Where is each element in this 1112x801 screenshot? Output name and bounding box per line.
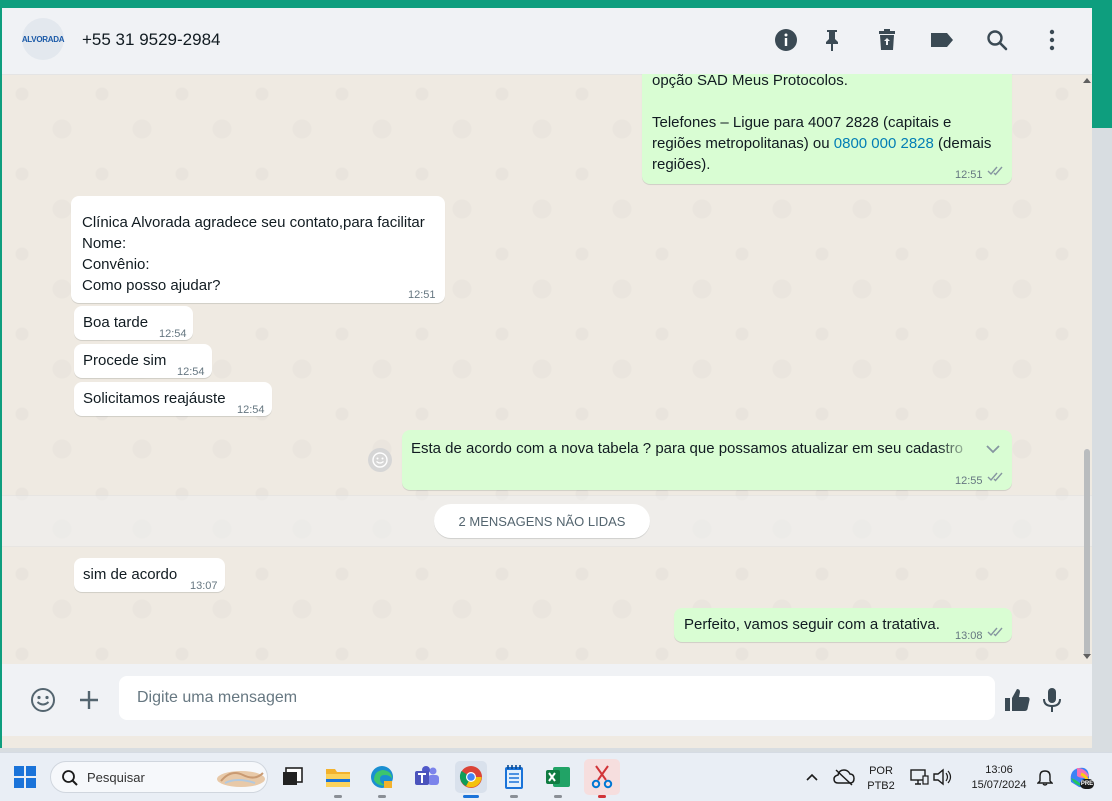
emoji-icon[interactable] (29, 686, 57, 714)
pin-icon[interactable] (818, 26, 846, 54)
search-label: Pesquisar (87, 770, 145, 785)
double-check-icon (987, 166, 1003, 176)
preview-badge: PRE (1080, 779, 1094, 789)
background-edge (1092, 8, 1112, 128)
running-indicator (510, 795, 518, 798)
chevron-down-icon[interactable] (985, 444, 1001, 454)
message-incoming[interactable]: Boa tarde 12:54 (74, 306, 193, 340)
edge-browser-icon[interactable] (368, 763, 396, 791)
snipping-tool-icon[interactable] (584, 759, 620, 795)
unread-count-badge: 2 MENSAGENS NÃO LIDAS (434, 504, 650, 538)
message-time: 12:51 (955, 169, 983, 181)
message-text: Boa tarde (83, 314, 149, 331)
message-outgoing[interactable]: opção SAD Meus Protocolos. Telefones – L… (642, 74, 1012, 184)
double-check-icon (987, 472, 1003, 482)
language-indicator[interactable]: POR PTB2 (862, 764, 900, 794)
message-text: Clínica Alvorada agradece seu contato,pa… (82, 214, 425, 231)
message-text: regiões). (652, 156, 711, 173)
chat-header: ALVORADA +55 31 9529-2984 (2, 8, 1092, 75)
message-text: sim de acordo (83, 566, 178, 583)
contact-name[interactable]: +55 31 9529-2984 (82, 30, 221, 50)
message-incoming[interactable]: Procede sim 12:54 (74, 344, 212, 378)
thumbs-up-icon[interactable] (1003, 686, 1031, 714)
scroll-down-arrow[interactable] (1083, 654, 1091, 659)
scroll-up-arrow[interactable] (1083, 78, 1091, 83)
info-icon[interactable] (772, 26, 800, 54)
message-outgoing[interactable]: Esta de acordo com a nova tabela ? para … (402, 430, 1012, 490)
message-outgoing[interactable]: Perfeito, vamos seguir com a tratativa. … (674, 608, 1012, 642)
phone-link[interactable]: 0800 000 2828 (834, 135, 934, 152)
menu-icon[interactable] (1038, 26, 1066, 54)
message-incoming[interactable]: sim de acordo 13:07 (74, 558, 225, 592)
running-indicator (334, 795, 342, 798)
label-icon[interactable] (928, 26, 956, 54)
message-list[interactable]: opção SAD Meus Protocolos. Telefones – L… (2, 74, 1092, 664)
microphone-icon[interactable] (1038, 686, 1066, 714)
task-view-icon[interactable] (279, 763, 307, 791)
taskbar-search[interactable]: Pesquisar (50, 761, 268, 793)
whatsapp-window: ALVORADA +55 31 9529-2984 opção SAD Meus… (2, 8, 1092, 748)
teams-icon[interactable] (413, 763, 441, 791)
message-time: 13:08 (955, 630, 983, 642)
volume-icon[interactable] (928, 763, 956, 791)
running-indicator (554, 795, 562, 798)
avatar[interactable]: ALVORADA (22, 18, 64, 60)
running-indicator (378, 795, 386, 798)
message-text: Convênio: (82, 256, 150, 273)
message-time: 12:54 (237, 404, 265, 416)
excel-icon[interactable] (544, 763, 572, 791)
emoji-reaction-icon[interactable] (368, 448, 392, 472)
copilot-icon[interactable]: PRE (1066, 763, 1094, 791)
unread-divider: 2 MENSAGENS NÃO LIDAS (2, 495, 1092, 547)
chrome-icon[interactable] (455, 761, 487, 793)
message-time: 13:07 (190, 580, 218, 592)
notepad-icon[interactable] (500, 763, 528, 791)
scrollbar-thumb[interactable] (1084, 449, 1090, 657)
notification-bell-icon[interactable] (1031, 763, 1059, 791)
search-icon[interactable] (983, 26, 1011, 54)
delete-icon[interactable] (873, 26, 901, 54)
message-text: Como posso ajudar? (82, 277, 221, 294)
message-text: Nome: (82, 235, 127, 252)
onedrive-offline-icon[interactable] (830, 763, 858, 791)
message-composer (2, 664, 1092, 736)
message-time: 12:54 (159, 328, 187, 340)
running-indicator (598, 795, 606, 798)
clock[interactable]: 13:06 15/07/2024 (962, 763, 1036, 793)
keyboard-layout: PTB2 (867, 780, 895, 792)
clock-time: 13:06 (985, 764, 1013, 776)
message-text: opção SAD Meus Protocolos. (652, 74, 848, 89)
windows-start-icon[interactable] (11, 763, 39, 791)
active-indicator (463, 795, 479, 798)
message-time: 12:55 (955, 475, 983, 487)
clock-date: 15/07/2024 (971, 779, 1027, 791)
message-incoming[interactable]: Solicitamos reajáuste 12:54 (74, 382, 272, 416)
show-hidden-icons-chevron-icon[interactable] (798, 763, 826, 791)
window-top-bar (0, 0, 1112, 8)
message-time: 12:51 (408, 289, 436, 301)
windows-taskbar: Pesquisar POR PTB2 13:06 15/07/2024 PRE (0, 752, 1112, 801)
message-incoming[interactable]: Clínica Alvorada agradece seu contato,pa… (71, 196, 445, 303)
message-text: Esta de acordo com a nova tabela ? para … (411, 440, 963, 457)
attach-plus-icon[interactable] (75, 686, 103, 714)
message-text: Telefones – Ligue para 4007 2828 (capita… (652, 114, 952, 131)
message-text: Perfeito, vamos seguir com a tratativa. (684, 616, 940, 633)
language-code: POR (869, 765, 893, 777)
search-highlight-image-icon (217, 771, 265, 787)
message-text: Procede sim (83, 352, 167, 369)
double-check-icon (987, 627, 1003, 637)
message-input[interactable] (119, 676, 995, 720)
search-icon (62, 770, 78, 786)
avatar-logo-text: ALVORADA (21, 34, 65, 44)
message-text: regiões metropolitanas) ou 0800 000 2828… (652, 135, 992, 152)
message-text: Solicitamos reajáuste (83, 390, 226, 407)
file-explorer-icon[interactable] (324, 763, 352, 791)
message-time: 12:54 (177, 366, 205, 378)
